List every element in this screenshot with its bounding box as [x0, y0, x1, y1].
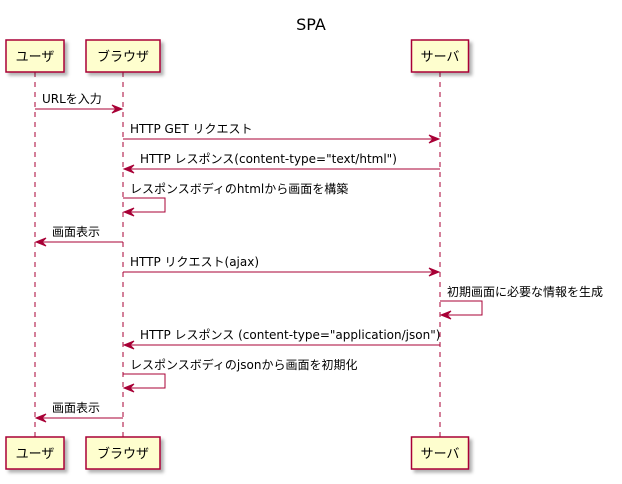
message-10: 画面表示 [34, 401, 123, 423]
message-9: レスポンスボディのjsonから画面を初期化 [122, 357, 357, 393]
message-label: URLを入力 [42, 92, 102, 106]
participant-browser-top: ブラウザ [85, 39, 161, 73]
message-7: 初期画面に必要な情報を生成 [439, 285, 603, 320]
participant-label: サーバ [421, 50, 460, 65]
participant-browser-bottom: ブラウザ [85, 436, 161, 470]
participant-label: ブラウザ [97, 446, 149, 462]
message-3: HTTP レスポンス(content-type="text/html") [122, 152, 440, 174]
participant-user-bottom: ユーザ [5, 436, 65, 470]
participant-label: ユーザ [16, 50, 55, 65]
participant-user-top: ユーザ [5, 39, 65, 73]
message-4: レスポンスボディのhtmlから画面を構築 [122, 181, 348, 217]
message-label: レスポンスボディのjsonから画面を初期化 [130, 357, 357, 372]
participant-label: サーバ [421, 447, 460, 462]
message-label: HTTP リクエスト(ajax) [130, 255, 259, 269]
participant-server-bottom: サーバ [410, 436, 470, 470]
message-5: 画面表示 [34, 225, 123, 247]
diagram-title: SPA [296, 15, 326, 34]
message-label: HTTP レスポンス (content-type="application/js… [140, 328, 440, 342]
participant-server-top: サーバ [410, 39, 470, 73]
message-label: 画面表示 [52, 225, 100, 239]
message-label: レスポンスボディのhtmlから画面を構築 [130, 181, 348, 196]
participant-label: ユーザ [16, 447, 55, 462]
participant-label: ブラウザ [97, 49, 149, 65]
message-8: HTTP レスポンス (content-type="application/js… [122, 328, 440, 350]
message-label: 画面表示 [52, 401, 100, 415]
message-label: 初期画面に必要な情報を生成 [447, 285, 603, 299]
message-2: HTTP GET リクエスト [123, 122, 441, 144]
sequence-diagram: SPA ユーザユーザブラウザブラウザサーバサーバ URLを入力HTTP GET … [5, 15, 603, 470]
message-6: HTTP リクエスト(ajax) [123, 255, 441, 277]
message-label: HTTP GET リクエスト [130, 122, 253, 136]
message-1: URLを入力 [35, 92, 124, 114]
message-label: HTTP レスポンス(content-type="text/html") [140, 152, 397, 166]
